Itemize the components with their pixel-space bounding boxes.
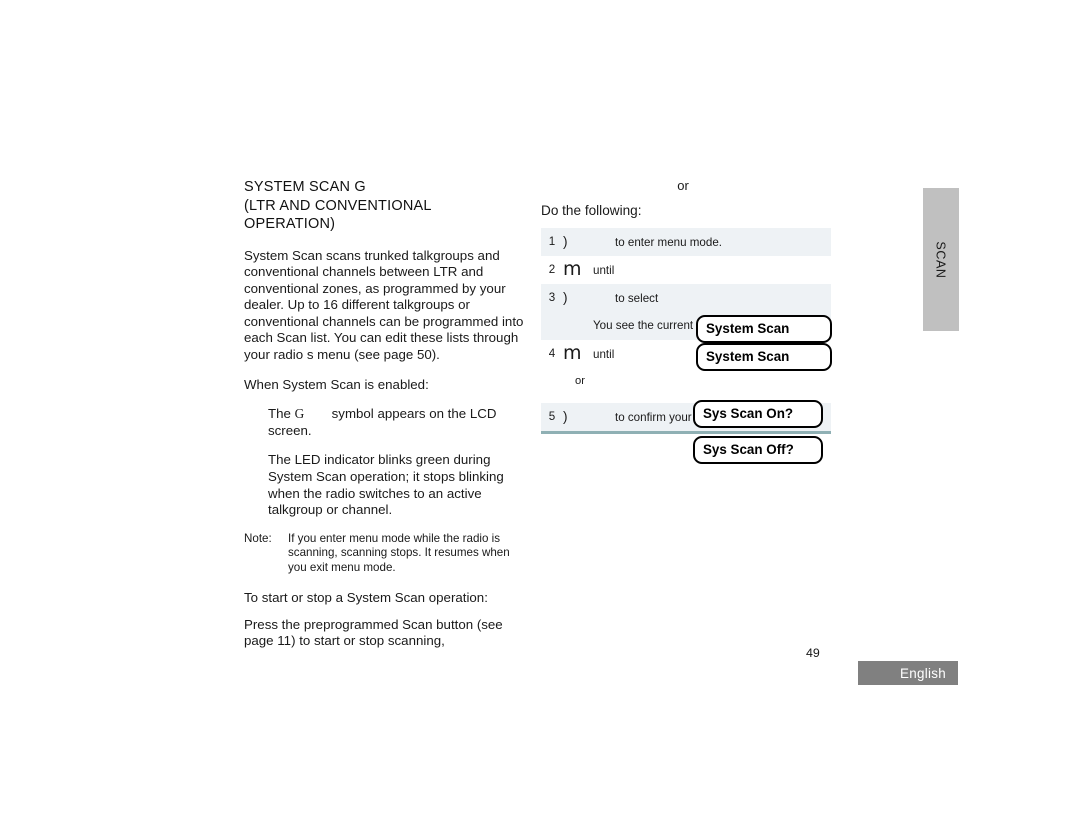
page-number: 49 bbox=[806, 646, 820, 660]
language-badge: English bbox=[858, 661, 958, 685]
step-number: 1 bbox=[548, 235, 556, 248]
manual-page: SYSTEM SCAN G (LTR AND CONVENTIONAL OPER… bbox=[0, 0, 1080, 834]
scroll-key-icon: m bbox=[563, 258, 582, 280]
table-row: 2 m until bbox=[541, 256, 831, 284]
left-column: SYSTEM SCAN G (LTR AND CONVENTIONAL OPER… bbox=[244, 178, 526, 663]
lcd-display-sys-scan-off: Sys Scan Off? bbox=[693, 436, 823, 464]
step-number: 3 bbox=[548, 291, 556, 304]
table-row: 1 ) to enter menu mode. bbox=[541, 228, 831, 256]
note-block: Note: If you enter menu mode while the r… bbox=[244, 532, 526, 575]
step-number: 2 bbox=[548, 263, 556, 276]
step-instruction: until bbox=[593, 264, 615, 277]
lcd-display-system-scan-1: System Scan bbox=[696, 315, 832, 343]
lcd-display-system-scan-2: System Scan bbox=[696, 343, 832, 371]
menu-key-icon: ) bbox=[563, 409, 568, 424]
lcd-scan-symbol-icon: G bbox=[294, 406, 305, 422]
bullet-item-led-indicator: The LED indicator blinks green during Sy… bbox=[244, 452, 526, 518]
page-title: SYSTEM SCAN G (LTR AND CONVENTIONAL OPER… bbox=[244, 179, 432, 232]
start-stop-text: Press the preprogrammed Scan button (see… bbox=[244, 616, 503, 649]
menu-key-icon: ) bbox=[563, 234, 568, 249]
scroll-key-icon: m bbox=[563, 342, 582, 364]
step-instruction: to enter menu mode. bbox=[615, 236, 722, 249]
chapter-side-tab-label: SCAN bbox=[934, 240, 949, 279]
table-row: 3 ) to select bbox=[541, 284, 831, 312]
step-number: 5 bbox=[548, 410, 556, 423]
bullet-item-lcd-symbol: The G symbol appears on the LCD screen. bbox=[244, 406, 526, 439]
bullet-text: The LED indicator blinks green during Sy… bbox=[268, 452, 504, 518]
chapter-side-tab: SCAN bbox=[923, 188, 959, 331]
step-number: 4 bbox=[548, 347, 556, 360]
lcd-display-sys-scan-on: Sys Scan On? bbox=[693, 400, 823, 428]
note-text: If you enter menu mode while the radio i… bbox=[288, 531, 510, 574]
or-label-inline: or bbox=[541, 368, 831, 395]
do-the-following-heading: Do the following: bbox=[541, 203, 642, 218]
intro-paragraph: System Scan scans trunked talkgroups and… bbox=[244, 247, 524, 363]
start-stop-heading: To start or stop a System Scan operation… bbox=[244, 590, 488, 606]
or-label-top: or bbox=[677, 178, 689, 193]
note-label: Note: bbox=[244, 531, 272, 545]
step-instruction: to select bbox=[615, 292, 659, 305]
right-column: or Do the following: 1 ) to enter menu m… bbox=[541, 178, 832, 464]
menu-key-icon: ) bbox=[563, 290, 568, 305]
enabled-lead-text: When System Scan is enabled: bbox=[244, 376, 429, 392]
steps-table: 1 ) to enter menu mode. 2 m until 3 ) to… bbox=[541, 228, 832, 464]
bullet-prefix: The bbox=[268, 406, 291, 422]
